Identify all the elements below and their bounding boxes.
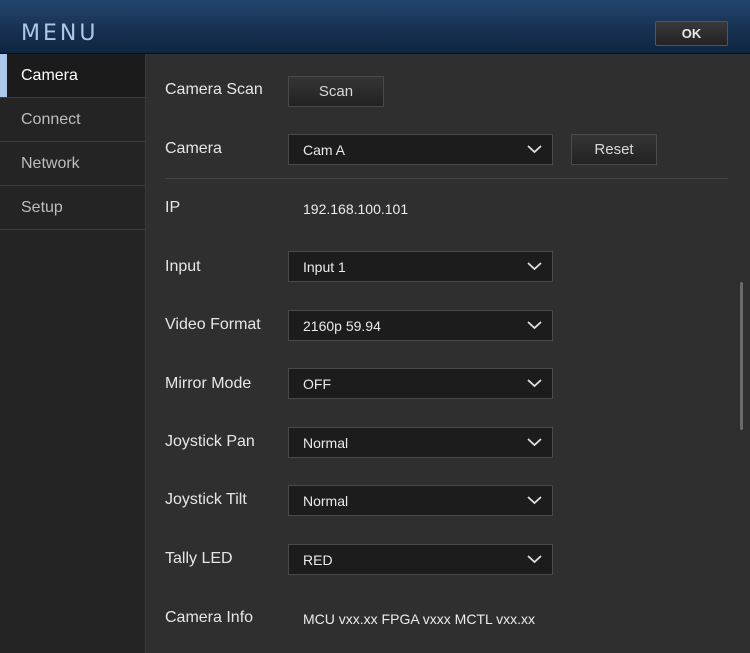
joystick-pan-select-value: Normal xyxy=(303,434,349,451)
mirror-mode-label: Mirror Mode xyxy=(165,375,252,392)
chevron-down-icon xyxy=(527,321,542,330)
video-format-select[interactable]: 2160p 59.94 xyxy=(288,310,553,341)
chevron-down-icon xyxy=(527,379,542,388)
camera-info-label: Camera Info xyxy=(165,609,254,626)
sidebar-item-label: Setup xyxy=(21,198,63,216)
input-select[interactable]: Input 1 xyxy=(288,251,553,282)
sidebar-item-label: Connect xyxy=(21,110,81,128)
sidebar: Camera Connect Network Setup xyxy=(0,54,146,653)
chevron-down-icon xyxy=(527,496,542,505)
chevron-down-icon xyxy=(527,145,542,154)
chevron-down-icon xyxy=(527,262,542,271)
scrollbar[interactable] xyxy=(740,282,743,430)
ip-label: IP xyxy=(165,199,181,216)
ok-button[interactable]: OK xyxy=(655,21,728,46)
joystick-tilt-select-value: Normal xyxy=(303,492,349,509)
app-title: MENU xyxy=(21,21,99,46)
sidebar-item-label: Network xyxy=(21,154,80,172)
mirror-mode-select-value: OFF xyxy=(303,375,331,392)
scan-button[interactable]: Scan xyxy=(288,76,384,107)
joystick-pan-select[interactable]: Normal xyxy=(288,427,553,458)
chevron-down-icon xyxy=(527,438,542,447)
joystick-pan-label: Joystick Pan xyxy=(165,433,255,450)
tally-led-select[interactable]: RED xyxy=(288,544,553,575)
chevron-down-icon xyxy=(527,555,542,564)
sidebar-item-network[interactable]: Network xyxy=(0,142,145,186)
sidebar-item-connect[interactable]: Connect xyxy=(0,98,145,142)
ip-value: 192.168.100.101 xyxy=(303,201,409,217)
reset-button[interactable]: Reset xyxy=(571,134,657,165)
sidebar-item-label: Camera xyxy=(21,66,78,84)
camera-info-value: MCU vxx.xx FPGA vxxx MCTL vxx.xx xyxy=(303,611,536,627)
sidebar-item-camera[interactable]: Camera xyxy=(0,54,145,98)
camera-select[interactable]: Cam A xyxy=(288,134,553,165)
divider xyxy=(165,178,728,179)
joystick-tilt-select[interactable]: Normal xyxy=(288,485,553,516)
header-bar: MENU OK xyxy=(0,0,750,54)
joystick-tilt-label: Joystick Tilt xyxy=(165,491,247,508)
video-format-label: Video Format xyxy=(165,316,261,333)
input-select-value: Input 1 xyxy=(303,258,346,275)
camera-select-value: Cam A xyxy=(303,141,346,158)
camera-scan-label: Camera Scan xyxy=(165,81,263,98)
tally-led-label: Tally LED xyxy=(165,550,233,567)
video-format-select-value: 2160p 59.94 xyxy=(303,317,381,334)
sidebar-item-setup[interactable]: Setup xyxy=(0,186,145,230)
mirror-mode-select[interactable]: OFF xyxy=(288,368,553,399)
tally-led-select-value: RED xyxy=(303,551,333,568)
input-label: Input xyxy=(165,258,201,275)
settings-panel: Camera Scan Scan Camera Cam A Reset IP 1… xyxy=(146,54,750,653)
camera-label: Camera xyxy=(165,140,222,157)
